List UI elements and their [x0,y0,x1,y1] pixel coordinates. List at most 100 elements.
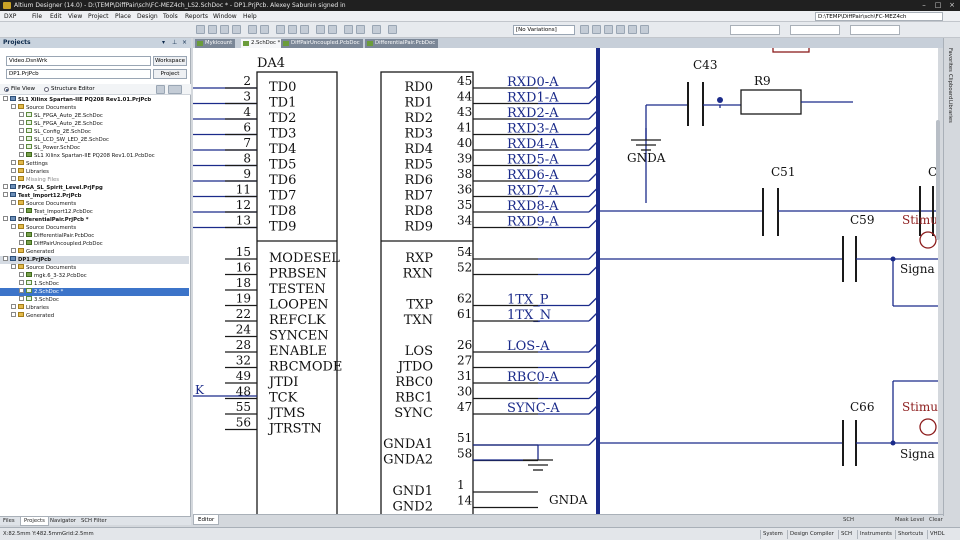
tab-files[interactable]: Files [0,517,18,526]
expand-icon[interactable] [11,104,16,109]
tab-clipboard[interactable]: Clipboard [947,74,953,99]
expand-icon[interactable] [11,168,16,173]
expand-icon[interactable] [19,208,24,213]
expand-icon[interactable] [19,296,24,301]
menu-edit[interactable]: Edit [50,11,62,22]
tree-item[interactable]: SL_Config_2E.SchDoc [0,128,189,136]
options-icon[interactable] [168,85,182,94]
expand-icon[interactable] [3,184,8,189]
menu-view[interactable]: View [68,11,82,22]
menu-dxp[interactable]: DXP [4,11,16,22]
tree-item[interactable]: DifferentialPair.PrjPcb * [0,216,189,224]
tab-navigator[interactable]: Navigator [47,517,79,526]
expand-icon[interactable] [19,120,24,125]
maximize-button[interactable]: □ [934,2,942,9]
port-icon[interactable] [640,25,649,34]
file-view-radio[interactable] [4,87,9,92]
expand-icon[interactable] [11,304,16,309]
undo-icon[interactable] [344,25,353,34]
editor-tab[interactable]: Editor [193,515,220,525]
paste-icon[interactable] [300,25,309,34]
workspace-select[interactable]: Video.DsnWrk [6,56,151,66]
open-icon[interactable] [208,25,217,34]
expand-icon[interactable] [19,128,24,133]
expand-icon[interactable] [19,152,24,157]
tree-item[interactable]: SL_LCD_SW_LED_2E.SchDoc [0,136,189,144]
part-icon[interactable] [628,25,637,34]
tree-item[interactable]: Source Documents [0,200,189,208]
expand-icon[interactable] [3,216,8,221]
shortcuts-button[interactable]: Shortcuts [895,530,925,539]
tree-item[interactable]: Generated [0,312,189,320]
move-icon[interactable] [328,25,337,34]
select-icon[interactable] [316,25,325,34]
expand-icon[interactable] [19,288,24,293]
expand-icon[interactable] [19,272,24,277]
tree-item[interactable]: SL_FPGA_Auto_2E.SchDoc [0,112,189,120]
tab-sch-filter[interactable]: SCH Filter [78,517,110,526]
expand-icon[interactable] [3,256,8,261]
save-icon[interactable] [220,25,229,34]
expand-icon[interactable] [11,200,16,205]
menu-reports[interactable]: Reports [185,11,208,22]
design-compiler-button[interactable]: Design Compiler [787,530,836,539]
expand-icon[interactable] [11,176,16,181]
expand-icon[interactable] [19,112,24,117]
expand-icon[interactable] [11,264,16,269]
mask-level-button[interactable]: Mask Level [895,516,924,524]
copy-icon[interactable] [288,25,297,34]
clear-button[interactable]: Clear [929,516,943,524]
system-button[interactable]: System [760,530,785,539]
menu-design[interactable]: Design [137,11,158,22]
expand-icon[interactable] [11,160,16,165]
doc-tab-2-schdoc[interactable]: 2.SchDoc * [241,39,284,48]
tab-favorites[interactable]: Favorites [947,48,953,72]
expand-icon[interactable] [11,224,16,229]
sch-indicator[interactable]: SCH [843,516,854,524]
document-path-field[interactable]: D:\TEMP\DiffPair\sch\FC-MEZ4ch [815,12,943,21]
tree-item[interactable]: SL_FPGA_Auto_2E.SchDoc [0,120,189,128]
power-port-icon[interactable] [616,25,625,34]
expand-icon[interactable] [19,144,24,149]
compile-icon[interactable] [388,25,397,34]
schematic-drawing[interactable]: DA4 2 TD0 3 TD1 4 TD2 6 TD3 7 TD4 8 TD5 9 TD6 11 TD7 12 TD… [193,48,938,514]
wire-icon[interactable] [580,25,589,34]
redo-icon[interactable] [356,25,365,34]
variations-select[interactable]: [No Variations] [513,25,575,35]
tree-item[interactable]: 1.SchDoc [0,280,189,288]
expand-icon[interactable] [3,192,8,197]
tree-item[interactable]: 2.SchDoc * [0,288,189,296]
menu-help[interactable]: Help [243,11,257,22]
panel-menu-icon[interactable]: ▾ [162,38,165,48]
cut-icon[interactable] [276,25,285,34]
toolbar-field-2[interactable] [790,25,840,35]
expand-icon[interactable] [19,280,24,285]
tree-item[interactable]: Source Documents [0,264,189,272]
tab-projects[interactable]: Projects [20,517,49,526]
expand-icon[interactable] [19,240,24,245]
tree-item[interactable]: SL_Power.SchDoc [0,144,189,152]
tree-item[interactable]: Generated [0,248,189,256]
zoom-icon[interactable] [248,25,257,34]
tree-item[interactable]: DifferentialPair.PcbDoc [0,232,189,240]
instruments-button[interactable]: Instruments [857,530,894,539]
tree-item[interactable]: Test_Import12.PrjPcb [0,192,189,200]
tree-item[interactable]: Source Documents [0,104,189,112]
tree-item[interactable]: Libraries [0,304,189,312]
toolbar-field-3[interactable] [850,25,900,35]
schematic-canvas[interactable]: DA4 2 TD0 3 TD1 4 TD2 6 TD3 7 TD4 8 TD5 9 TD6 11 TD7 12 TD… [193,48,938,514]
bus-icon[interactable] [592,25,601,34]
menu-tools[interactable]: Tools [163,11,178,22]
expand-icon[interactable] [11,248,16,253]
tree-item[interactable]: SL1 Xilinx Spartan-IIE PQ208 Rev1.01.Pcb… [0,152,189,160]
tree-item[interactable]: DP1.PrjPcb [0,256,189,264]
project-button[interactable]: Project [153,69,187,79]
sch-button[interactable]: SCH [838,530,854,539]
pin-icon[interactable]: ⊥ [172,38,177,48]
tree-item[interactable]: FPGA_SL_Spirit_Level.PrjFpg [0,184,189,192]
vhdl-button[interactable]: VHDL [927,530,947,539]
tree-item[interactable]: DiffPairUncoupled.PcbDoc [0,240,189,248]
vertical-scrollbar[interactable] [936,120,940,240]
hierarchy-icon[interactable] [372,25,381,34]
toolbar-field-1[interactable] [730,25,780,35]
